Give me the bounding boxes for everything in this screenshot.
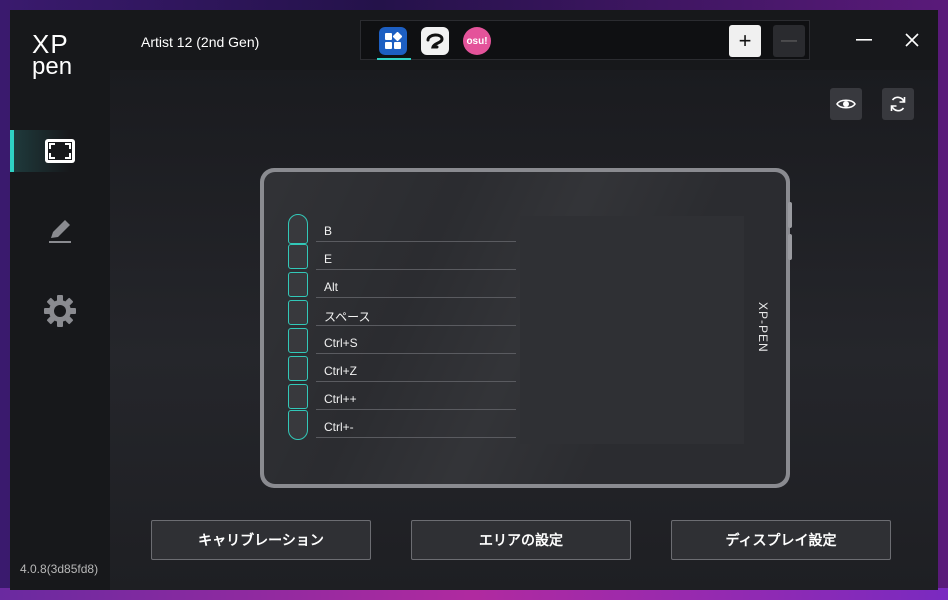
express-key-8[interactable] (288, 410, 308, 440)
nav-display-mapping[interactable] (10, 130, 110, 172)
osu-label: osu! (466, 35, 488, 47)
app-profile-bar: osu! + — (360, 20, 810, 60)
calibration-button[interactable]: キャリブレーション (151, 520, 371, 560)
version-label: 4.0.8(3d85fd8) (20, 562, 99, 576)
tablet-side-button-2 (788, 234, 792, 260)
gear-icon (44, 295, 76, 327)
minimize-icon (856, 39, 872, 41)
device-name: Artist 12 (2nd Gen) (141, 34, 260, 50)
main-panel: B E Alt スペース Ctrl+S Ctrl+Z Ctrl++ Ctrl+-… (110, 70, 938, 590)
top-bar: Artist 12 (2nd Gen) osu! + — (110, 10, 938, 70)
osu-icon[interactable]: osu! (463, 27, 491, 55)
clip-glyph (426, 33, 444, 49)
add-label: + (738, 28, 752, 53)
minimize-button[interactable] (852, 28, 876, 52)
eye-icon (836, 99, 856, 109)
key-label-3[interactable]: Alt (316, 270, 516, 298)
key-label-2[interactable]: E (316, 242, 516, 270)
remove-label: — (781, 32, 797, 49)
sidebar: XP pen 4.0.8(3d85fd8) (10, 10, 110, 590)
express-key-6[interactable] (288, 356, 308, 381)
tablet-brand-text: XP-PEN (756, 302, 770, 353)
add-app-button[interactable]: + (729, 25, 761, 57)
refresh-icon (890, 96, 906, 112)
express-key-4[interactable] (288, 300, 308, 325)
remove-app-button[interactable]: — (773, 25, 805, 57)
logo-text-bottom: pen (32, 53, 73, 80)
close-icon (905, 33, 919, 47)
app-window: XP pen 4.0.8(3d85fd8) Artist 12 (2nd Gen… (10, 10, 938, 590)
express-key-2[interactable] (288, 244, 308, 269)
clip-studio-icon[interactable] (421, 27, 449, 55)
active-app-indicator (377, 58, 411, 60)
key-label-4[interactable]: スペース (316, 298, 516, 326)
express-key-5[interactable] (288, 328, 308, 353)
grid-glyph (385, 32, 402, 49)
express-key-7[interactable] (288, 384, 308, 409)
nav-settings[interactable] (10, 290, 110, 332)
apps-grid-icon[interactable] (379, 27, 407, 55)
key-label-8[interactable]: Ctrl+- (316, 410, 516, 438)
key-label-6[interactable]: Ctrl+Z (316, 354, 516, 382)
tablet-side-button-1 (788, 202, 792, 228)
preview-button[interactable] (830, 88, 862, 120)
express-key-3[interactable] (288, 272, 308, 297)
xppen-logo: XP pen (32, 31, 88, 80)
tablet-active-area (520, 216, 744, 444)
reset-button[interactable] (882, 88, 914, 120)
express-key-1[interactable] (288, 214, 308, 244)
area-settings-button[interactable]: エリアの設定 (411, 520, 631, 560)
pen-icon (49, 220, 71, 243)
close-button[interactable] (900, 28, 924, 52)
key-label-1[interactable]: B (316, 214, 516, 242)
key-label-7[interactable]: Ctrl++ (316, 382, 516, 410)
display-settings-button[interactable]: ディスプレイ設定 (671, 520, 891, 560)
screen-mapping-icon (45, 139, 75, 163)
nav-pen[interactable] (10, 210, 110, 252)
key-label-5[interactable]: Ctrl+S (316, 326, 516, 354)
tablet-surface: B E Alt スペース Ctrl+S Ctrl+Z Ctrl++ Ctrl+-… (264, 172, 786, 484)
tablet-illustration: B E Alt スペース Ctrl+S Ctrl+Z Ctrl++ Ctrl+-… (260, 168, 792, 488)
